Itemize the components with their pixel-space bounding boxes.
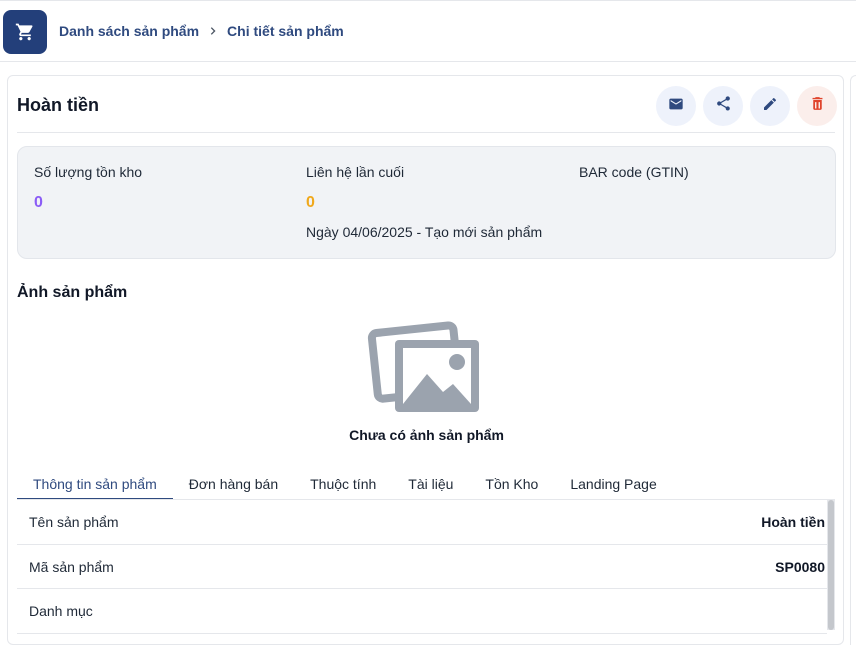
tab-sales-orders[interactable]: Đơn hàng bán [173,474,294,500]
share-button[interactable] [703,86,743,126]
row-label: Tên sản phẩm [29,514,119,530]
tab-attributes[interactable]: Thuộc tính [294,474,392,500]
tab-inventory[interactable]: Tồn Kho [469,474,554,500]
mail-icon [668,96,684,117]
last-contact-note: Ngày 04/06/2025 - Tạo mới sản phẩm [306,224,543,240]
action-buttons [656,86,837,126]
table-row: Tên sản phẩm Hoàn tiền [17,500,827,545]
shopping-cart-icon[interactable] [3,10,47,54]
detail-table: Tên sản phẩm Hoàn tiền Mã sản phẩm SP008… [17,500,827,634]
stats-panel: Số lượng tồn kho 0 Liên hệ lần cuối 0 Ng… [17,146,836,259]
stock-label: Số lượng tồn kho [34,164,143,180]
row-value: Hoàn tiền [761,514,825,530]
image-section-title: Ảnh sản phẩm [17,284,128,301]
scrollbar[interactable] [827,500,835,630]
adjacent-panel-edge [850,75,856,645]
stock-value: 0 [34,194,43,211]
breadcrumb-product-detail: Chi tiết sản phẩm [227,23,344,39]
row-value: SP0080 [775,558,825,575]
row-label: Mã sản phẩm [29,558,114,575]
product-detail-card: Hoàn tiền Số lượng tồn kho 0 Liên hệ lần… [7,75,844,645]
table-row: Mã sản phẩm SP0080 [17,545,827,589]
table-row: Danh mục [17,589,827,634]
top-bar: Danh sách sản phẩm Chi tiết sản phẩm [0,0,856,62]
no-image-text: Chưa có ảnh sản phẩm [349,427,504,443]
barcode-label: BAR code (GTIN) [579,164,689,180]
trash-icon [809,95,826,117]
last-contact-value: 0 [306,194,315,211]
delete-button[interactable] [797,86,837,126]
edit-icon [762,96,778,117]
tab-documents[interactable]: Tài liệu [392,474,469,500]
image-placeholder-icon [365,316,487,425]
mail-button[interactable] [656,86,696,126]
share-icon [715,95,732,117]
tab-product-info[interactable]: Thông tin sản phẩm [17,474,173,500]
last-contact-label: Liên hệ lần cuối [306,164,405,180]
breadcrumb: Danh sách sản phẩm Chi tiết sản phẩm [59,23,344,39]
page-title: Hoàn tiền [17,95,100,115]
edit-button[interactable] [750,86,790,126]
chevron-right-icon [207,25,219,37]
detail-tabs: Thông tin sản phẩm Đơn hàng bán Thuộc tí… [17,474,673,500]
tab-landing-page[interactable]: Landing Page [554,474,672,500]
breadcrumb-product-list[interactable]: Danh sách sản phẩm [59,23,199,39]
scrollbar-thumb[interactable] [828,500,834,630]
row-label: Danh mục [29,603,93,619]
header-divider [17,132,835,133]
